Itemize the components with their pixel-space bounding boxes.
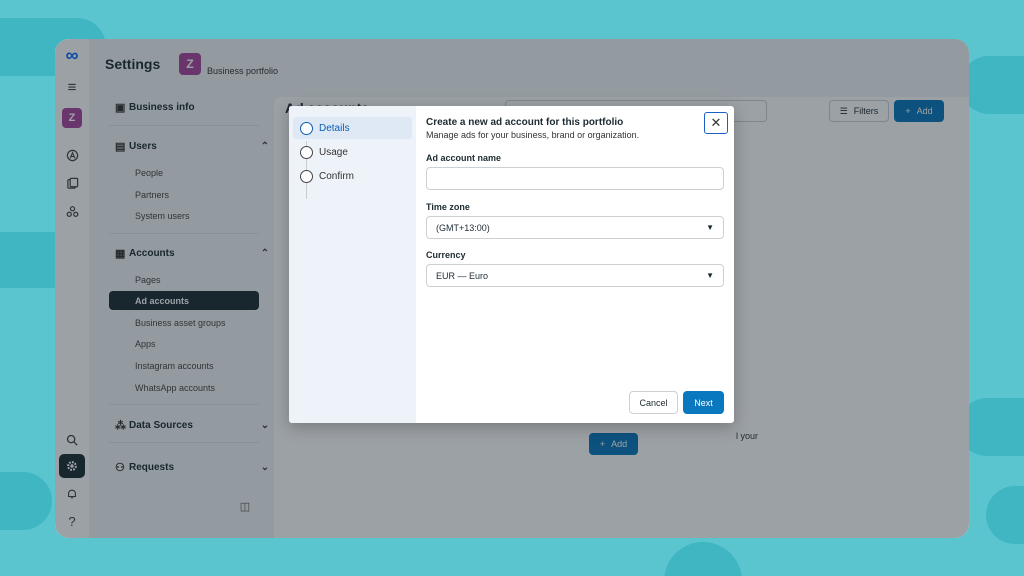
- select-value: EUR — Euro: [436, 270, 489, 281]
- step-circle-icon: [300, 121, 313, 135]
- bg-shape: [986, 486, 1024, 544]
- step-circle-icon: [300, 145, 313, 159]
- step-label: Details: [319, 122, 350, 134]
- time-zone-label: Time zone: [426, 202, 470, 212]
- ad-account-name-input[interactable]: [426, 167, 724, 190]
- step-details[interactable]: Details: [293, 117, 412, 139]
- bg-shape: [0, 232, 60, 288]
- currency-label: Currency: [426, 250, 466, 260]
- caret-down-icon: ▼: [706, 223, 714, 232]
- next-button[interactable]: Next: [683, 391, 724, 414]
- bg-shape: [960, 56, 1024, 114]
- step-confirm[interactable]: Confirm: [293, 165, 412, 187]
- step-circle-icon: [300, 169, 313, 183]
- currency-select[interactable]: EUR — Euro ▼: [426, 264, 724, 287]
- close-icon[interactable]: ✕: [704, 112, 728, 134]
- bg-shape: [664, 542, 742, 576]
- bg-shape: [0, 472, 52, 530]
- caret-down-icon: ▼: [706, 271, 714, 280]
- ad-account-name-label: Ad account name: [426, 153, 502, 163]
- dialog-subtitle: Manage ads for your business, brand or o…: [426, 130, 640, 140]
- step-usage[interactable]: Usage: [293, 141, 412, 163]
- step-label: Confirm: [319, 170, 355, 182]
- cancel-button[interactable]: Cancel: [629, 391, 678, 414]
- time-zone-select[interactable]: (GMT+13:00) ▼: [426, 216, 724, 239]
- dialog-title: Create a new ad account for this portfol…: [426, 117, 624, 128]
- create-ad-account-dialog: Details Usage Confirm Create a new ad ac…: [289, 106, 734, 423]
- wizard-steps: Details Usage Confirm: [289, 106, 416, 423]
- step-label: Usage: [319, 146, 348, 158]
- select-value: (GMT+13:00): [436, 222, 490, 233]
